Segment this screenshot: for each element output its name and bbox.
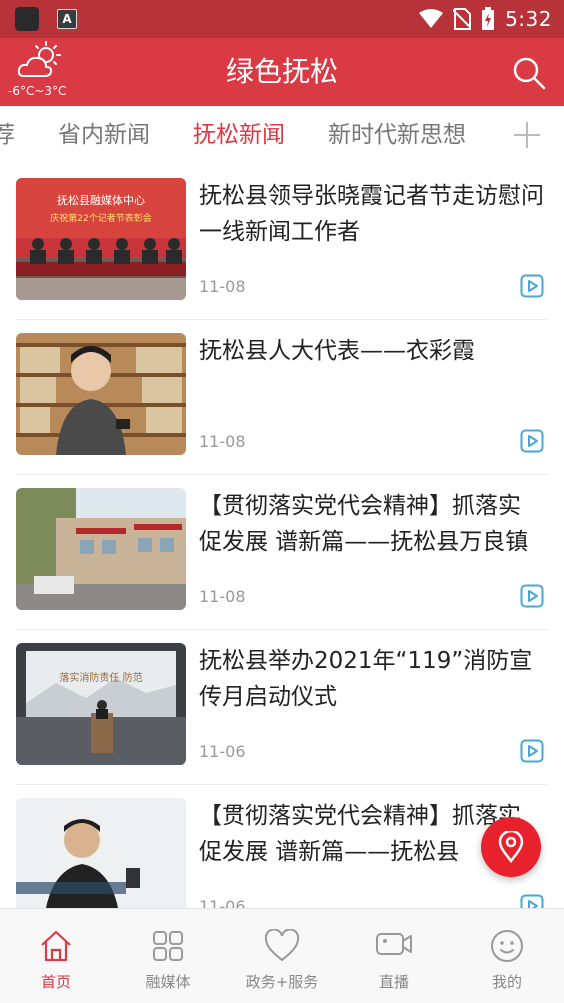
news-thumbnail xyxy=(16,798,186,920)
app-notification-icon xyxy=(15,7,39,31)
tab-recommend[interactable]: 荐 xyxy=(0,106,15,164)
news-date: 11-08 xyxy=(199,277,246,296)
nav-government-services[interactable]: 政务+服务 xyxy=(226,909,338,1003)
news-title[interactable]: 抚松县举办2021年“119”消防宣传月启动仪式 xyxy=(199,643,544,715)
nav-label: 首页 xyxy=(40,973,71,991)
news-title[interactable]: 抚松县人大代表——衣彩霞 xyxy=(199,333,544,369)
nav-label: 融媒体 xyxy=(145,973,191,991)
news-item[interactable]: 落实消防责任 防范 抚松县举办2021年“119”消防宣传月启动仪式 11-06 xyxy=(16,629,548,785)
nav-label: 我的 xyxy=(491,973,522,991)
news-date: 11-06 xyxy=(199,742,246,761)
tab-new-era-thought[interactable]: 新时代新思想 xyxy=(328,106,466,164)
thumb-banner-text: 抚松县融媒体中心 xyxy=(57,193,145,207)
news-title[interactable]: 【贯彻落实党代会精神】抓落实 促发展 谱新篇——抚松县万良镇 xyxy=(199,488,544,560)
play-video-icon[interactable] xyxy=(520,584,544,608)
location-button[interactable] xyxy=(481,817,541,877)
nav-live[interactable]: 直播 xyxy=(338,909,450,1003)
tab-province-news[interactable]: 省内新闻 xyxy=(58,106,150,164)
status-bar: A 5:32 xyxy=(0,0,564,38)
app-a-icon: A xyxy=(57,9,77,29)
play-video-icon[interactable] xyxy=(520,739,544,763)
news-item[interactable]: 抚松县人大代表——衣彩霞 11-08 xyxy=(16,319,548,475)
news-date: 11-08 xyxy=(199,432,246,451)
thumb-banner-subtext: 庆祝第22个记者节表彰会 xyxy=(50,212,151,224)
battery-icon xyxy=(482,7,495,30)
heart-icon xyxy=(264,929,300,962)
nav-home[interactable]: 首页 xyxy=(0,909,112,1003)
play-video-icon[interactable] xyxy=(520,274,544,298)
nav-media[interactable]: 融媒体 xyxy=(112,909,224,1003)
news-title[interactable]: 抚松县领导张晓霞记者节走访慰问一线新闻工作者 xyxy=(199,178,544,250)
nav-mine[interactable]: 我的 xyxy=(451,909,563,1003)
search-icon[interactable] xyxy=(512,56,546,90)
news-thumbnail: 抚松县融媒体中心 庆祝第22个记者节表彰会 xyxy=(16,178,186,300)
news-item[interactable]: 抚松县融媒体中心 庆祝第22个记者节表彰会 抚松县领导张晓霞记者节走访慰问一线新… xyxy=(16,164,548,320)
app-header: -6°C~3°C 绿色抚松 xyxy=(0,38,564,106)
category-tabs: 荐 省内新闻 抚松新闻 新时代新思想 xyxy=(0,106,564,164)
video-camera-icon xyxy=(376,933,412,955)
nav-label: 直播 xyxy=(378,973,409,991)
news-thumbnail xyxy=(16,488,186,610)
news-thumbnail: 落实消防责任 防范 xyxy=(16,643,186,765)
add-channel-icon[interactable] xyxy=(514,122,540,148)
home-icon xyxy=(41,930,71,962)
news-thumbnail xyxy=(16,333,186,455)
smiley-icon xyxy=(491,930,523,962)
news-item[interactable]: 【贯彻落实党代会精神】抓落实 促发展 谱新篇——抚松县万良镇 11-08 xyxy=(16,474,548,630)
thumb-banner-text: 落实消防责任 防范 xyxy=(59,671,142,684)
location-pin-icon xyxy=(498,831,524,863)
grid-icon xyxy=(153,931,183,961)
page-title: 绿色抚松 xyxy=(225,55,338,88)
bottom-navigation: 首页 融媒体 政务+服务 直播 我的 xyxy=(0,908,564,1003)
play-video-icon[interactable] xyxy=(520,429,544,453)
no-sim-icon xyxy=(453,8,472,30)
clock: 5:32 xyxy=(505,7,552,31)
news-date: 11-08 xyxy=(199,587,246,606)
tab-fusong-news[interactable]: 抚松新闻 xyxy=(193,106,285,164)
nav-label: 政务+服务 xyxy=(245,973,319,991)
wifi-icon xyxy=(419,9,444,28)
